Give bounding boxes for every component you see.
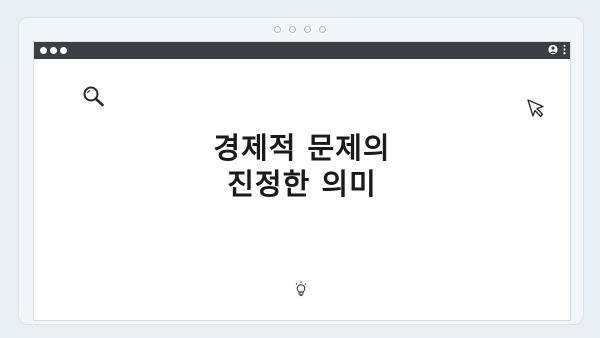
title-line-1: 경제적 문제의 — [213, 131, 391, 165]
page-title: 경제적 문제의 진정한 의미 — [34, 130, 570, 202]
pager-dot[interactable] — [304, 26, 311, 33]
cursor-icon — [527, 99, 544, 118]
page-background: 경제적 문제의 진정한 의미 — [0, 0, 600, 338]
user-icon[interactable] — [548, 44, 558, 55]
kebab-menu-icon[interactable] — [563, 44, 566, 55]
window-titlebar — [34, 42, 570, 59]
pager-dot[interactable] — [274, 26, 281, 33]
lightbulb-icon — [295, 281, 307, 297]
pager-dots — [0, 26, 600, 33]
pager-dot[interactable] — [319, 26, 326, 33]
window-maximize-dot[interactable] — [60, 47, 67, 54]
titlebar-actions — [548, 44, 566, 55]
browser-window: 경제적 문제의 진정한 의미 — [33, 41, 571, 321]
title-line-2: 진정한 의미 — [227, 167, 377, 201]
pager-dot[interactable] — [289, 26, 296, 33]
window-minimize-dot[interactable] — [50, 47, 57, 54]
window-controls — [40, 47, 67, 54]
window-close-dot[interactable] — [40, 47, 47, 54]
search-icon[interactable] — [82, 85, 106, 107]
